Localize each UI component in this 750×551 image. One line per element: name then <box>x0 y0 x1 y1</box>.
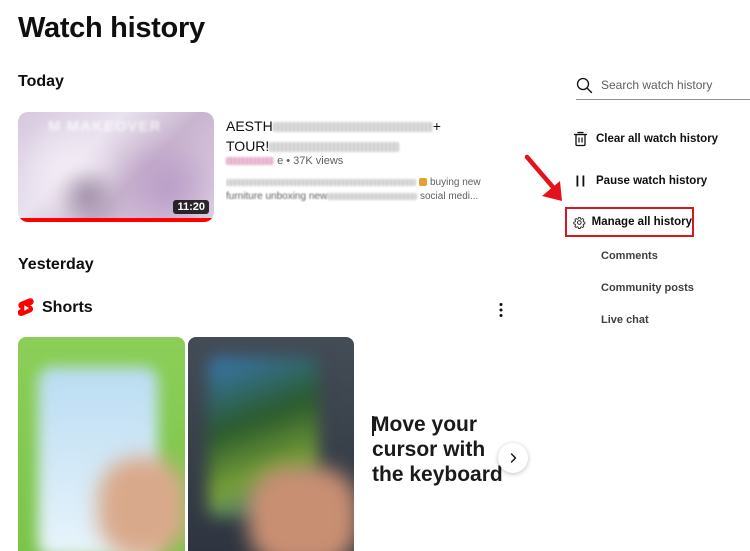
shorts-next-button[interactable] <box>498 443 528 473</box>
clear-all-watch-history-button[interactable]: Clear all watch history <box>573 131 718 147</box>
short-card[interactable] <box>188 337 354 551</box>
page-title: Watch history <box>18 12 205 44</box>
video-meta: e • 37K views <box>226 155 343 167</box>
trash-icon <box>573 131 588 147</box>
description-text: furniture unboxing new <box>226 191 328 202</box>
obscured-text <box>327 192 418 200</box>
video-thumbnail[interactable]: M MAKEOVER 11:20 <box>18 112 214 222</box>
pause-icon <box>576 175 585 187</box>
obscured-text <box>269 142 400 153</box>
video-title[interactable]: AESTH + TOUR! <box>226 116 441 156</box>
thumbnail-text: M MAKEOVER <box>48 118 162 135</box>
video-title-text: + <box>432 118 441 134</box>
obscured-text <box>272 122 433 133</box>
overlay-caption-line: cursor with <box>372 438 486 461</box>
red-arrow-annotation <box>524 154 562 201</box>
search-input[interactable] <box>601 78 741 92</box>
manage-all-history-label: Manage all history <box>591 216 692 228</box>
description-text: social medi... <box>419 191 479 202</box>
shorts-header: Shorts <box>18 298 93 318</box>
video-views: e • 37K views <box>277 155 344 167</box>
pause-watch-history-button[interactable]: Pause watch history <box>573 173 707 189</box>
section-heading-yesterday: Yesterday <box>18 256 94 273</box>
watch-progress-bar <box>18 218 214 222</box>
overlay-caption-line: the keyboard <box>372 463 503 486</box>
video-title-text: AESTH <box>226 118 273 134</box>
short-thumbnail-image <box>248 467 354 551</box>
video-title-text: TOUR! <box>226 138 270 154</box>
search-watch-history[interactable] <box>576 71 750 100</box>
shorts-logo-icon <box>18 298 34 317</box>
video-duration-badge: 11:20 <box>173 200 209 214</box>
comments-link[interactable]: Comments <box>601 250 658 262</box>
overlay-caption: Move your cursor with the keyboard <box>372 412 503 487</box>
overlay-caption-line: Move your <box>372 413 478 436</box>
description-text: buying new <box>430 177 481 188</box>
gear-icon <box>573 216 586 229</box>
section-heading-today: Today <box>18 73 64 90</box>
clear-all-label: Clear all watch history <box>596 133 719 145</box>
shorts-label: Shorts <box>42 299 93 316</box>
obscured-text <box>226 178 416 186</box>
video-description: buying new furniture unboxing new social… <box>226 176 521 204</box>
manage-all-history-button[interactable]: Manage all history <box>565 207 694 237</box>
chevron-right-icon <box>510 453 517 463</box>
community-posts-link[interactable]: Community posts <box>601 282 694 294</box>
emoji-icon <box>419 178 427 187</box>
live-chat-link[interactable]: Live chat <box>601 314 649 326</box>
search-icon <box>576 77 593 93</box>
short-card[interactable] <box>18 337 185 551</box>
pause-label: Pause watch history <box>596 175 708 187</box>
more-vert-icon[interactable] <box>493 301 509 319</box>
short-thumbnail-image <box>98 457 185 551</box>
channel-name-obscured[interactable] <box>226 157 274 166</box>
thumbnail-image-area <box>48 172 128 222</box>
